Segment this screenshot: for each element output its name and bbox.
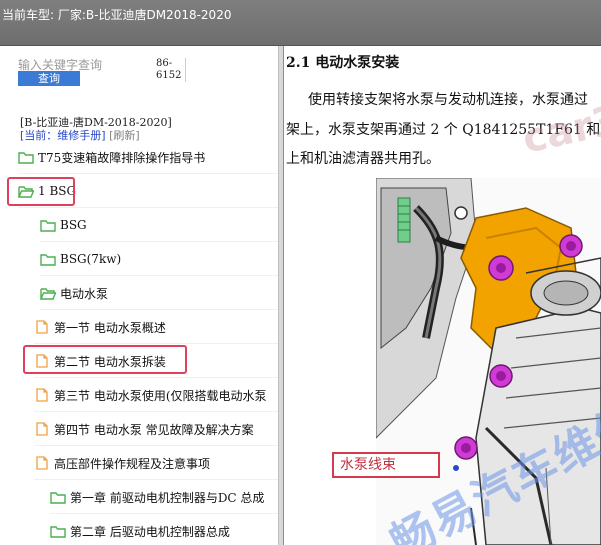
tree-item-label: 高压部件操作规程及注意事项: [54, 456, 211, 471]
search-button[interactable]: 查询: [18, 71, 80, 86]
document-icon: [36, 320, 48, 334]
figure-callout-label: 水泵线束: [332, 452, 440, 478]
paragraph-line-3: 上和机油滤清器共用孔。: [286, 151, 440, 167]
tree-item-section-2[interactable]: 第二节 电动水泵拆装: [34, 345, 278, 378]
folder-icon: [18, 152, 34, 164]
tree-item-hv-safety[interactable]: 高压部件操作规程及注意事项: [34, 447, 278, 480]
search-area: 查询 86-6152: [18, 56, 186, 86]
title-bar: 当前车型: 厂家:B-比亚迪唐DM2018-2020: [0, 0, 601, 46]
folder-icon: [50, 492, 66, 504]
folder-open-icon: [18, 186, 34, 198]
tree-item-label: BSG: [60, 218, 87, 232]
tree-item-label: 第三节 电动水泵使用(仅限搭载电动水泵: [54, 388, 267, 403]
document-icon: [36, 388, 48, 402]
tree-item-bsg[interactable]: BSG: [40, 209, 278, 242]
paragraph-line-1: 使用转接支架将水泵与发动机连接，水泵通过: [308, 92, 588, 108]
tree-item-bsg-root[interactable]: 1 BSG: [18, 175, 278, 208]
document-icon: [36, 422, 48, 436]
section-heading: 2.1 电动水泵安装: [286, 55, 400, 71]
tree-item-label: 第四节 电动水泵 常见故障及解决方案: [54, 422, 254, 437]
tree-item-section-3[interactable]: 第三节 电动水泵使用(仅限搭载电动水泵: [34, 379, 278, 412]
window-title: 当前车型: 厂家:B-比亚迪唐DM2018-2020: [2, 8, 232, 22]
tree-item-bsg-7kw[interactable]: BSG(7kw): [40, 243, 278, 276]
folder-open-icon: [40, 288, 56, 300]
document-view: 2.1 电动水泵安装 使用转接支架将水泵与发动机连接，水泵通过 架上，水泵支架再…: [284, 46, 601, 545]
tree-item-label: T75变速箱故障排除操作指导书: [38, 150, 206, 165]
tree-item-label: 第二章 后驱动电机控制器总成: [70, 524, 230, 539]
document-icon: [36, 354, 48, 368]
folder-icon: [40, 220, 56, 232]
sidebar: 查询 86-6152 [B-比亚迪-唐DM-2018-2020] [当前：维修手…: [0, 46, 278, 545]
tree-item-section-1[interactable]: 第一节 电动水泵概述: [34, 311, 278, 344]
tree-item-label: 1 BSG: [38, 184, 77, 198]
tree-item-label: 第一节 电动水泵概述: [54, 320, 166, 335]
tree-item-label: 电动水泵: [60, 286, 109, 301]
folder-icon: [40, 254, 56, 266]
tree-item-t75[interactable]: T75变速箱故障排除操作指导书: [18, 141, 278, 174]
tree-item-chapter-1[interactable]: 第一章 前驱动电机控制器与DC 总成: [50, 481, 278, 514]
tree-item-section-4[interactable]: 第四节 电动水泵 常见故障及解决方案: [34, 413, 278, 446]
document-icon: [36, 456, 48, 470]
tree-item-label: 第二节 电动水泵拆装: [54, 354, 166, 369]
tree-item-label: 第一章 前驱动电机控制器与DC 总成: [70, 490, 265, 505]
tree-item-chapter-2[interactable]: 第二章 后驱动电机控制器总成: [50, 515, 278, 545]
tree-item-electric-pump[interactable]: 电动水泵: [40, 277, 278, 310]
result-count: 86-6152: [156, 58, 186, 82]
tree-item-label: BSG(7kw): [60, 252, 122, 266]
folder-icon: [50, 526, 66, 538]
